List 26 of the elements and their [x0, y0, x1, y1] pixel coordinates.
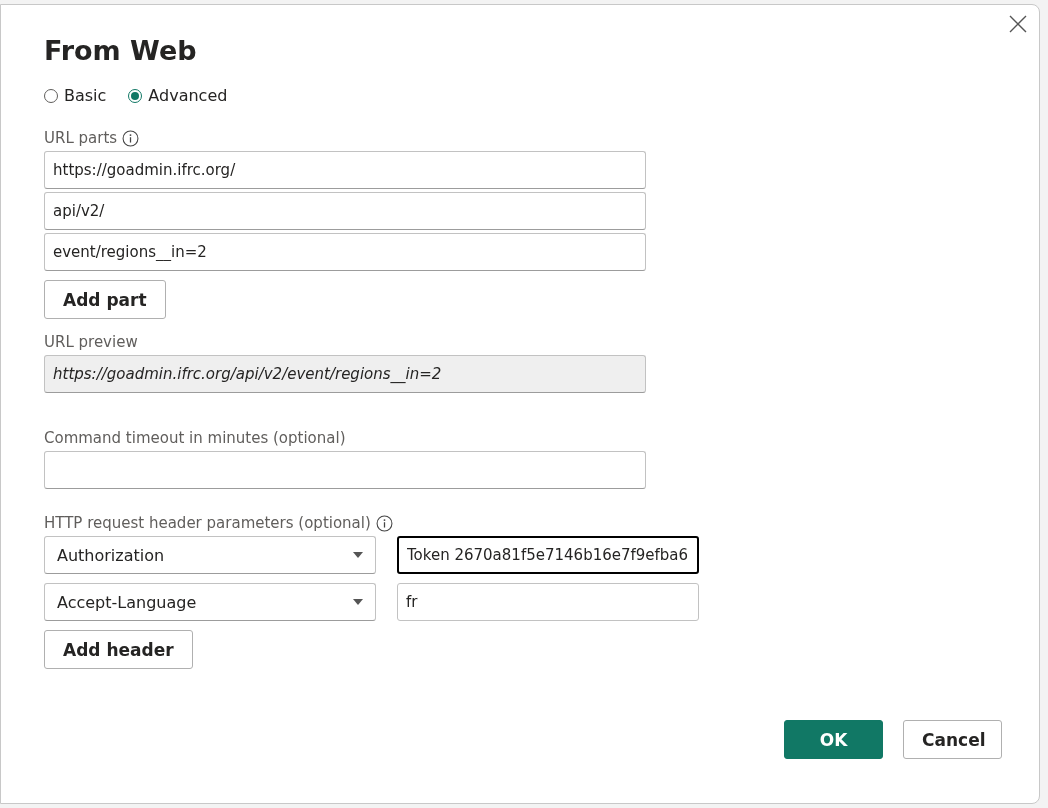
info-icon[interactable] — [122, 129, 140, 147]
field-label: HTTP request header parameters (optional) — [44, 514, 371, 532]
input-field[interactable]: Token 2670a81f5e7146b16e7f9efba6 — [397, 536, 699, 574]
input-field[interactable]: https://goadmin.ifrc.org/ — [44, 151, 646, 189]
caret-icon — [353, 552, 363, 558]
radio-option[interactable]: Advanced — [128, 86, 228, 105]
field-label: URL parts — [44, 129, 118, 147]
caret-icon — [353, 599, 363, 605]
input-field[interactable]: fr — [397, 583, 699, 621]
radio-label: Advanced — [148, 86, 228, 105]
radio-label: Basic — [64, 86, 107, 105]
radio-option[interactable]: Basic — [44, 86, 107, 105]
field-label: Command timeout in minutes (optional) — [44, 429, 346, 447]
dropdown[interactable]: Authorization — [44, 536, 376, 574]
add-header-button[interactable]: Add header — [44, 630, 193, 669]
dialog-title: From Web — [44, 35, 198, 66]
input-field[interactable]: api/v2/ — [44, 192, 646, 230]
info-icon[interactable] — [375, 514, 393, 532]
ok-button[interactable]: OK — [784, 720, 883, 759]
cancel-button[interactable]: Cancel — [903, 720, 1002, 759]
preview-field: https://goadmin.ifrc.org/api/v2/event/regions__in=2 — [44, 355, 646, 393]
add-part-button[interactable]: Add part — [44, 280, 166, 319]
dropdown[interactable]: Accept-Language — [44, 583, 376, 621]
input-field[interactable] — [44, 451, 646, 489]
field-label: URL preview — [44, 333, 138, 351]
input-field[interactable]: event/regions__in=2 — [44, 233, 646, 271]
